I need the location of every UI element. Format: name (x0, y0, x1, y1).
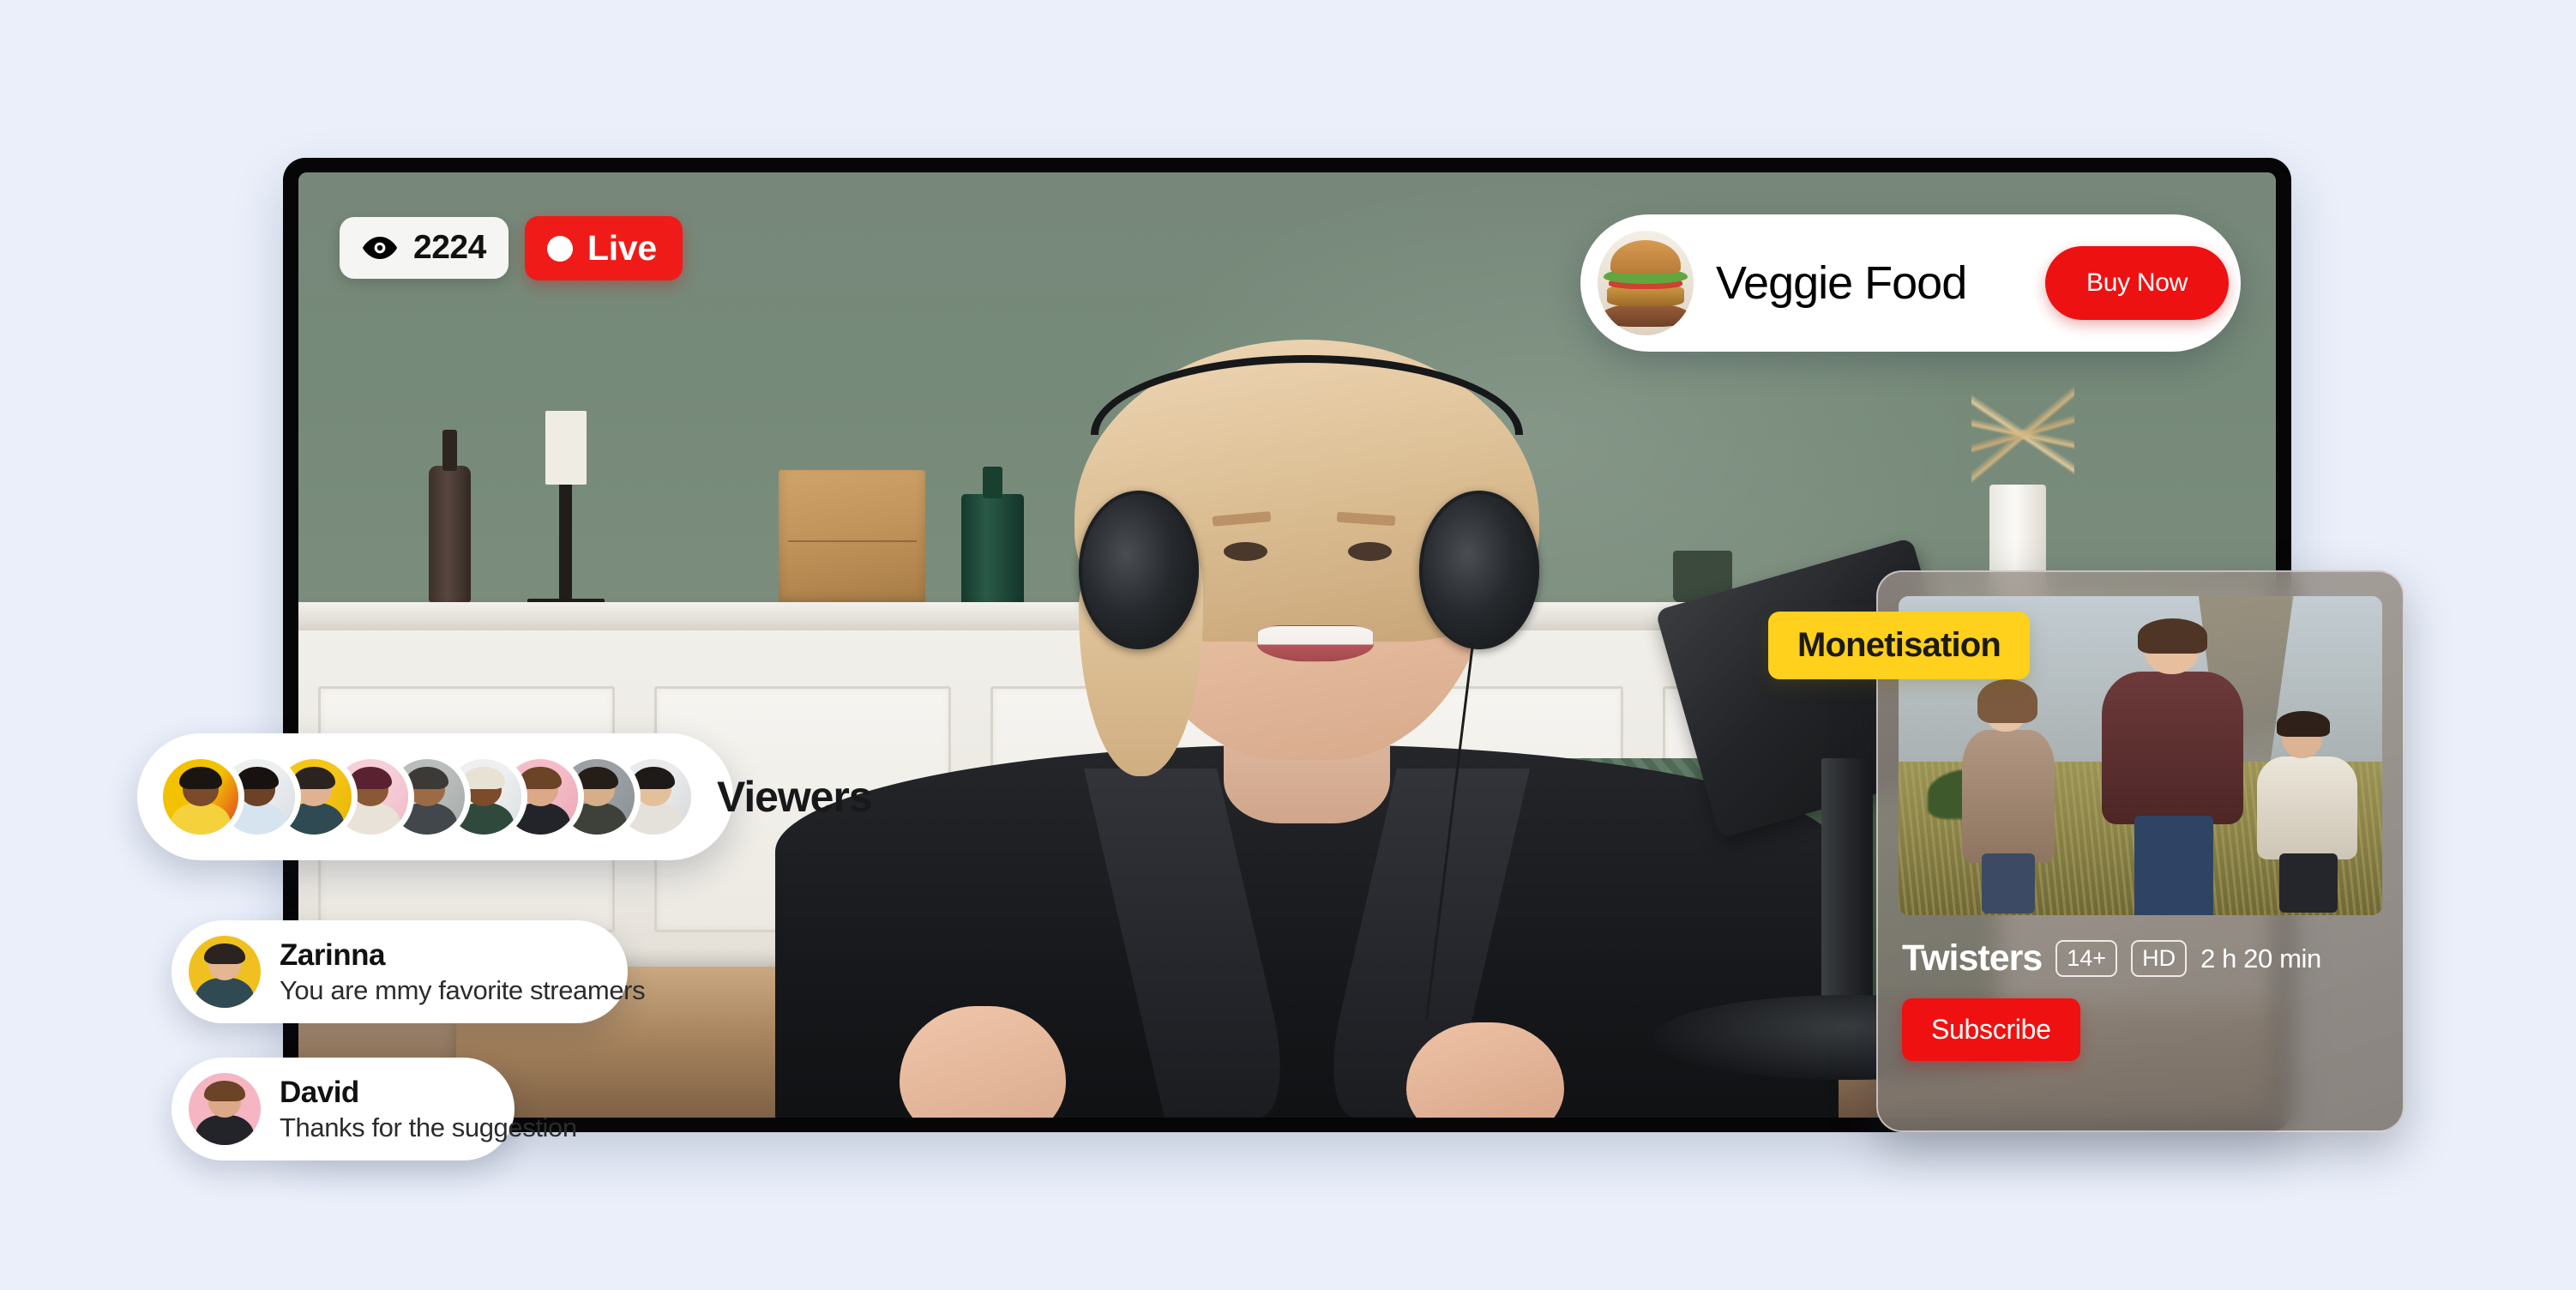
viewers-pill[interactable]: Viewers (137, 733, 873, 860)
chat-message[interactable]: David Thanks for the suggestion (172, 1058, 577, 1160)
decor-candle (527, 411, 605, 610)
product-promo-banner[interactable]: Veggie Food Buy Now (1580, 214, 2241, 352)
monetisation-badge: Monetisation (1768, 612, 2031, 679)
live-badge: Live (525, 216, 683, 280)
viewers-label: Viewers (717, 773, 873, 821)
product-name: Veggie Food (1716, 257, 1967, 309)
headphones-band (1091, 355, 1523, 435)
burger-thumbnail-icon (1598, 231, 1694, 335)
movie-title: Twisters (1902, 937, 2043, 979)
viewer-avatar-1[interactable] (163, 759, 238, 835)
chat-author-name: David (280, 1075, 359, 1109)
headphones-cup (1418, 490, 1540, 649)
live-label: Live (587, 228, 657, 268)
chat-message-text: You are mmy favorite streamers (280, 974, 646, 1005)
buy-now-button[interactable]: Buy Now (2045, 246, 2229, 320)
chat-message-text: Thanks for the suggestion (280, 1112, 577, 1142)
subscribe-button[interactable]: Subscribe (1902, 998, 2080, 1061)
viewer-avatar-stack[interactable] (163, 759, 691, 835)
chat-message[interactable]: Zarinna You are mmy favorite streamers (172, 920, 646, 1023)
decor-dark-bottle (429, 430, 471, 603)
avatar (189, 1073, 261, 1145)
streamer-subject (775, 323, 1839, 1118)
quality-badge: HD (2131, 939, 2188, 978)
viewer-count-value: 2224 (413, 229, 486, 266)
movie-metadata-row: Twisters 14+ HD 2 h 20 min (1899, 937, 2382, 980)
avatar (189, 936, 261, 1008)
eye-icon (362, 236, 398, 260)
movie-duration: 2 h 20 min (2200, 943, 2321, 974)
viewer-count-pill: 2224 (340, 217, 509, 279)
page-root: 2224 Live Veggie Food Buy Now Viewers Za… (0, 0, 2576, 1290)
chat-author-name: Zarinna (280, 937, 385, 972)
headphones-cup (1078, 490, 1200, 649)
microphone-stand (1821, 758, 1873, 1023)
live-dot-icon (547, 235, 573, 262)
age-rating-badge: 14+ (2055, 939, 2118, 978)
